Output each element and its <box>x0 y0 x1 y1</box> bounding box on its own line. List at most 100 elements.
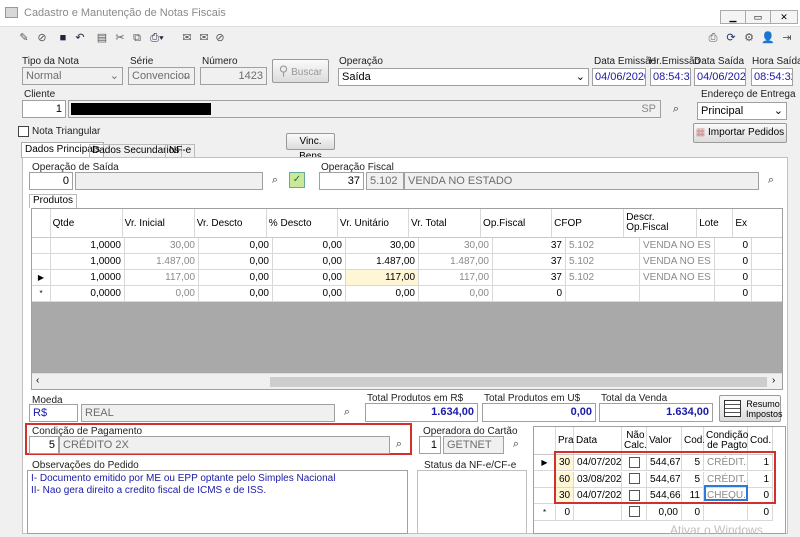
cell-praz[interactable]: 0 <box>556 504 574 521</box>
maximize-button[interactable]: ▭ <box>745 10 771 24</box>
cell-data[interactable] <box>574 504 622 521</box>
cell-desc[interactable] <box>640 286 715 302</box>
mail-icon[interactable]: ✉ <box>197 31 211 45</box>
cell-inicial[interactable]: 1.487,00 <box>125 254 199 270</box>
col-pct-descto[interactable]: % Descto <box>266 209 338 238</box>
cell-cod[interactable]: 0 <box>682 504 704 521</box>
importar-pedidos-button[interactable]: ▦ Importar Pedidos <box>693 123 787 143</box>
serie-select[interactable]: Convencion ⌄ <box>128 67 195 85</box>
parcela-row[interactable]: * 0 0,00 0 0 <box>534 504 773 521</box>
cell-unit[interactable]: 1.487,00 <box>346 254 419 270</box>
close-button[interactable]: ✕ <box>770 10 798 24</box>
data-emissao-field[interactable]: 04/06/2020 <box>592 68 646 86</box>
printer-right-icon[interactable]: ⎙ <box>706 31 720 45</box>
hr-emissao-field[interactable]: 08:54:32 <box>650 68 691 86</box>
cut-icon[interactable]: ✂ <box>113 31 127 45</box>
cell-total[interactable]: 30,00 <box>419 238 493 254</box>
buscar-button[interactable]: ⚲ Buscar <box>272 59 329 83</box>
tab-nfe[interactable]: NF-e <box>165 144 196 158</box>
tab-produtos[interactable]: Produtos <box>29 194 78 208</box>
cell-cfop[interactable]: 5.102 <box>566 238 640 254</box>
cell-desc[interactable]: VENDA NO ES <box>640 270 715 286</box>
cliente-code-field[interactable]: 1 <box>22 100 66 118</box>
minimize-button[interactable]: ▁ <box>720 10 746 24</box>
ex-checkbox-cell[interactable] <box>752 286 782 302</box>
cell-unit[interactable]: 30,00 <box>346 238 419 254</box>
col-qtde[interactable]: Qtde <box>50 209 123 238</box>
green-check-icon[interactable]: ✓ <box>289 172 305 188</box>
cell-pdescto[interactable]: 0,00 <box>273 238 346 254</box>
print-icon[interactable]: ⎙▾ <box>150 31 164 45</box>
cell-opf[interactable]: 37 <box>493 270 566 286</box>
cell-unit[interactable]: 117,00 <box>346 270 419 286</box>
tipo-select[interactable]: Normal ⌄ <box>22 67 123 85</box>
operacao-select[interactable]: Saída ⌄ <box>338 68 589 86</box>
row-indicator[interactable]: ▶ <box>534 455 556 471</box>
col-vr-inicial[interactable]: Vr. Inicial <box>122 209 195 238</box>
cell-valor[interactable]: 0,00 <box>647 504 682 521</box>
pagamento-code[interactable]: 5 <box>29 436 59 454</box>
nao-calc-checkbox[interactable] <box>628 506 640 518</box>
row-indicator[interactable] <box>534 471 556 488</box>
user-icon[interactable]: 👤 <box>761 31 775 45</box>
row-indicator[interactable] <box>534 488 556 504</box>
ex-checkbox-cell[interactable] <box>752 270 782 286</box>
hora-saida-field[interactable]: 08:54:32 <box>751 68 793 86</box>
col-vr-total[interactable]: Vr. Total <box>408 209 482 238</box>
cell-pdescto[interactable]: 0,00 <box>273 270 346 286</box>
undo-icon[interactable]: ↶ <box>73 31 87 45</box>
scroll-thumb[interactable] <box>270 377 767 387</box>
cell-inicial[interactable]: 117,00 <box>125 270 199 286</box>
col-descr-op-fiscal[interactable]: Descr. Op.Fiscal <box>624 209 698 238</box>
operacao-saida-search-icon[interactable]: ⌕ <box>266 172 284 188</box>
row-indicator[interactable] <box>32 238 51 254</box>
cell-descto[interactable]: 0,00 <box>199 286 273 302</box>
edit-icon[interactable]: ✎ <box>17 31 31 45</box>
block-icon[interactable]: ⊘ <box>213 31 227 45</box>
cancel-icon[interactable]: ⊘ <box>35 31 49 45</box>
cell-qtde[interactable]: 0,0000 <box>51 286 125 302</box>
cell-cfop[interactable]: 5.102 <box>566 254 640 270</box>
operacao-fiscal-code[interactable]: 37 <box>319 172 364 190</box>
col-op-fiscal[interactable]: Op.Fiscal <box>481 209 553 238</box>
scroll-left-icon[interactable]: ‹ <box>36 375 39 386</box>
moeda-code[interactable]: R$ <box>29 404 78 422</box>
cliente-search-icon[interactable]: ⌕ <box>667 101 685 117</box>
moeda-search-icon[interactable]: ⌕ <box>338 404 356 420</box>
table-row[interactable]: * 0,0000 0,00 0,00 0,00 0,00 0,00 0 0 <box>32 286 782 302</box>
endereco-select[interactable]: Principal ⌄ <box>697 102 787 120</box>
cell-opf[interactable]: 0 <box>493 286 566 302</box>
cell-cond[interactable] <box>704 504 748 521</box>
operadora-code[interactable]: 1 <box>419 436 441 454</box>
operacao-fiscal-search-icon[interactable]: ⌕ <box>762 172 780 188</box>
cell-total[interactable]: 1.487,00 <box>419 254 493 270</box>
cell-lote[interactable]: 0 <box>715 286 752 302</box>
cell-qtde[interactable]: 1,0000 <box>51 254 125 270</box>
cell-total[interactable]: 0,00 <box>419 286 493 302</box>
row-indicator[interactable]: * <box>534 504 556 521</box>
col-vr-descto[interactable]: Vr. Descto <box>194 209 267 238</box>
delete-icon[interactable]: ▤ <box>95 31 109 45</box>
scroll-right-icon[interactable]: › <box>772 375 775 386</box>
table-row[interactable]: ▶ 1,0000 117,00 0,00 0,00 117,00 117,00 37 5.102… <box>32 270 782 286</box>
operacao-saida-code[interactable]: 0 <box>29 172 73 190</box>
cell-opf[interactable]: 37 <box>493 238 566 254</box>
settings-icon[interactable]: ⚙ <box>742 31 756 45</box>
data-saida-field[interactable]: 04/06/2020 <box>694 68 746 86</box>
numero-field[interactable]: 1423 <box>200 67 267 85</box>
table-row[interactable]: 1,0000 1.487,00 0,00 0,00 1.487,00 1.487,00 37… <box>32 254 782 270</box>
cell-lote[interactable]: 0 <box>715 254 752 270</box>
ex-checkbox-cell[interactable] <box>752 238 782 254</box>
pagamento-search-icon[interactable]: ⌕ <box>390 436 408 452</box>
cell-opf[interactable]: 37 <box>493 254 566 270</box>
col-ex[interactable]: Ex <box>733 209 782 238</box>
cell-cod2[interactable]: 0 <box>748 504 773 521</box>
col-cfop[interactable]: CFOP <box>552 209 625 238</box>
cell-desc[interactable]: VENDA NO ES <box>640 254 715 270</box>
nao-calc-cell[interactable] <box>622 504 647 521</box>
horizontal-scrollbar[interactable]: ‹ › <box>32 373 782 389</box>
ex-checkbox-cell[interactable] <box>752 254 782 270</box>
row-indicator[interactable]: * <box>32 286 51 302</box>
cell-cfop[interactable] <box>566 286 640 302</box>
resumo-impostos-button[interactable]: Resumo Impostos <box>719 395 783 422</box>
